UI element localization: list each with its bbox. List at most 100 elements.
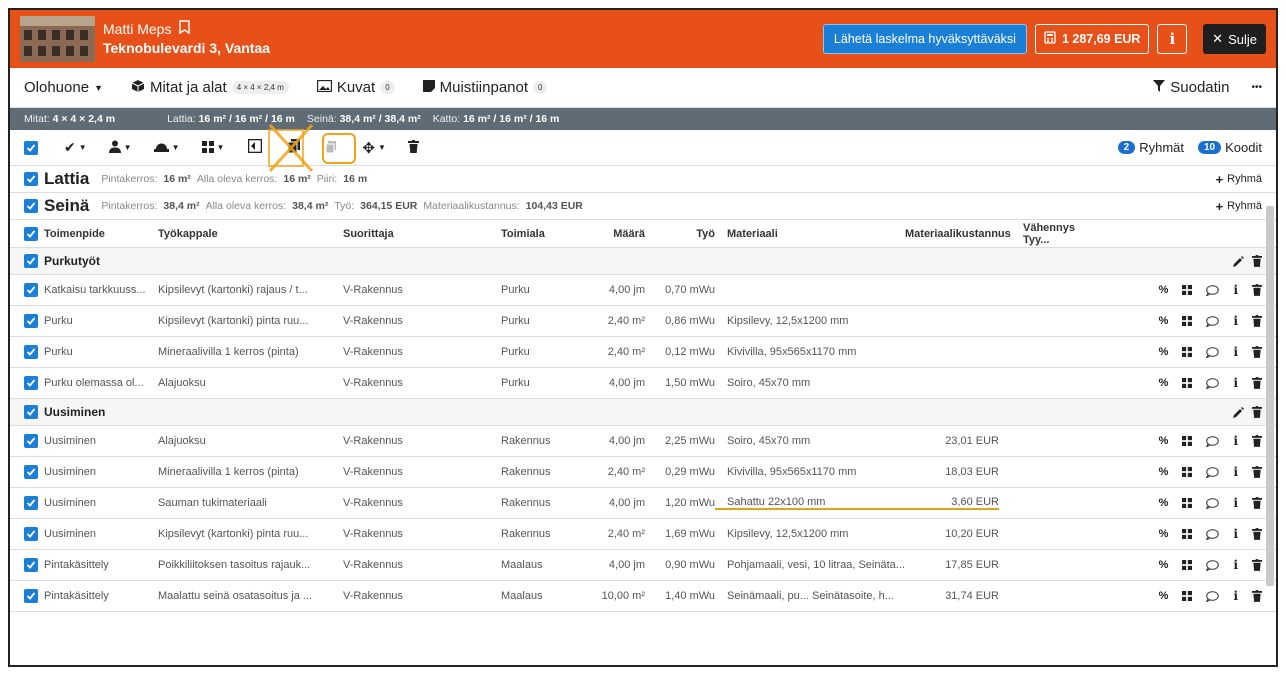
percent-icon[interactable]: % <box>1159 496 1169 510</box>
trash-icon[interactable] <box>1252 314 1262 328</box>
edit-icon[interactable] <box>1233 406 1244 418</box>
grid-icon[interactable] <box>1182 376 1193 390</box>
bookmark-icon[interactable] <box>179 20 191 39</box>
section-checkbox[interactable] <box>24 172 38 186</box>
col-materiaali[interactable]: Materiaali <box>715 228 905 240</box>
add-group-button[interactable]: + Ryhmä <box>1216 172 1262 187</box>
row-checkbox[interactable] <box>24 376 38 390</box>
client-name[interactable]: Matti Meps <box>103 20 171 39</box>
info-icon[interactable]: i <box>1233 376 1238 390</box>
percent-icon[interactable]: % <box>1159 283 1169 297</box>
col-suorittaja[interactable]: Suorittaja <box>343 228 501 240</box>
table-row[interactable]: Purku Kipsilevyt (kartonki) pinta ruu... V… <box>10 306 1276 337</box>
info-icon[interactable]: i <box>1233 434 1238 448</box>
industry-dropdown[interactable]: ▼ <box>153 140 180 156</box>
info-icon[interactable]: i <box>1233 465 1238 479</box>
col-kustannus[interactable]: Materiaalikustannus <box>905 228 1011 240</box>
comment-icon[interactable] <box>1206 589 1220 603</box>
percent-icon[interactable]: % <box>1159 589 1169 603</box>
table-row[interactable]: Uusiminen Kipsilevyt (kartonki) pinta ruu… <box>10 519 1276 550</box>
section-checkbox[interactable] <box>24 199 38 213</box>
comment-icon[interactable] <box>1206 345 1220 359</box>
header-checkbox[interactable] <box>24 226 38 241</box>
person-dropdown[interactable]: ▼ <box>108 140 132 156</box>
row-checkbox[interactable] <box>24 314 38 328</box>
table-row[interactable]: Uusiminen Mineraalivilla 1 kerros (pinta)… <box>10 457 1276 488</box>
grid-icon[interactable] <box>1182 496 1193 510</box>
percent-icon[interactable]: % <box>1159 558 1169 572</box>
check-dropdown[interactable]: ✔ ▼ <box>64 139 87 156</box>
split-button[interactable] <box>248 138 263 156</box>
group-row[interactable]: Purkutyöt <box>10 248 1276 275</box>
trash-icon[interactable] <box>1252 283 1262 297</box>
tab-dimensions[interactable]: Mitat ja alat 4 × 4 × 2,4 m <box>131 79 289 97</box>
table-row[interactable]: Pintakäsittely Poikkiliitoksen tasoitus r… <box>10 550 1276 581</box>
percent-icon[interactable]: % <box>1159 465 1169 479</box>
comment-icon[interactable] <box>1206 496 1220 510</box>
move-dropdown[interactable]: ✥ ▼ <box>362 139 386 157</box>
total-button[interactable]: 1 287,69 EUR <box>1034 24 1150 54</box>
send-for-approval-button[interactable]: Lähetä laskelma hyväksyttäväksi <box>822 24 1027 54</box>
col-vahennys[interactable]: Vähennys Tyy... <box>999 222 1089 246</box>
percent-icon[interactable]: % <box>1159 314 1169 328</box>
grid-icon[interactable] <box>1182 314 1193 328</box>
comment-icon[interactable] <box>1206 558 1220 572</box>
info-icon[interactable]: i <box>1233 527 1238 541</box>
percent-icon[interactable]: % <box>1159 345 1169 359</box>
row-checkbox[interactable] <box>24 434 38 448</box>
filter-button[interactable]: Suodatin <box>1153 79 1229 96</box>
row-checkbox[interactable] <box>24 527 38 541</box>
group-row[interactable]: Uusiminen <box>10 399 1276 426</box>
codes-toggle[interactable]: Koodit <box>1225 140 1262 155</box>
grid-icon[interactable] <box>1182 345 1193 359</box>
room-dropdown[interactable]: Olohuone ▼ <box>24 79 103 96</box>
col-toimiala[interactable]: Toimiala <box>501 228 581 240</box>
info-icon[interactable]: i <box>1233 589 1238 603</box>
table-row[interactable]: Pintakäsittely Maalattu seinä osatasoitus… <box>10 581 1276 612</box>
col-tyo[interactable]: Työ <box>645 228 715 240</box>
grid-icon[interactable] <box>1182 283 1193 297</box>
table-row[interactable]: Purku Mineraalivilla 1 kerros (pinta) V-Ra… <box>10 337 1276 368</box>
trash-icon[interactable] <box>1252 434 1262 448</box>
info-icon[interactable]: i <box>1233 345 1238 359</box>
tab-notes[interactable]: Muistiinpanot 0 <box>422 79 548 96</box>
row-checkbox[interactable] <box>24 465 38 479</box>
edit-icon[interactable] <box>1233 255 1244 267</box>
comment-icon[interactable] <box>1206 434 1220 448</box>
row-checkbox[interactable] <box>24 496 38 510</box>
grid-dropdown[interactable]: ▼ <box>201 140 224 156</box>
info-icon[interactable]: i <box>1233 496 1238 510</box>
grid-icon[interactable] <box>1182 589 1193 603</box>
trash-icon[interactable] <box>1252 376 1262 390</box>
percent-icon[interactable]: % <box>1159 376 1169 390</box>
row-checkbox[interactable] <box>24 345 38 359</box>
comment-icon[interactable] <box>1206 527 1220 541</box>
table-row[interactable]: Purku olemassa ol... Alajuoksu V-Rakennus P… <box>10 368 1276 399</box>
grid-icon[interactable] <box>1182 465 1193 479</box>
percent-icon[interactable]: % <box>1159 434 1169 448</box>
info-button[interactable]: i <box>1157 24 1188 54</box>
trash-icon[interactable] <box>1252 558 1262 572</box>
delete-button[interactable] <box>407 139 419 156</box>
table-row[interactable]: Uusiminen Alajuoksu V-Rakennus Rakennus 4,00… <box>10 426 1276 457</box>
more-menu-icon[interactable]: ••• <box>1251 82 1262 93</box>
table-row[interactable]: Uusiminen Sauman tukimateriaali V-Rakennus… <box>10 488 1276 519</box>
scrollbar[interactable] <box>1266 206 1274 586</box>
info-icon[interactable]: i <box>1233 558 1238 572</box>
group-checkbox[interactable] <box>24 405 38 419</box>
col-tyokappale[interactable]: Työkappale <box>158 228 343 240</box>
grid-icon[interactable] <box>1182 527 1193 541</box>
table-row[interactable]: Katkaisu tarkkuuss... Kipsilevyt (kartonk… <box>10 275 1276 306</box>
trash-icon[interactable] <box>1252 255 1262 267</box>
trash-icon[interactable] <box>1252 345 1262 359</box>
col-toimenpide[interactable]: Toimenpide <box>44 228 105 240</box>
col-maara[interactable]: Määrä <box>581 228 645 240</box>
info-icon[interactable]: i <box>1233 283 1238 297</box>
select-all-checkbox[interactable] <box>24 140 38 155</box>
group-checkbox[interactable] <box>24 254 38 268</box>
grid-icon[interactable] <box>1182 434 1193 448</box>
building-photo[interactable] <box>20 16 95 62</box>
grid-icon[interactable] <box>1182 558 1193 572</box>
comment-icon[interactable] <box>1206 376 1220 390</box>
trash-icon[interactable] <box>1252 589 1262 603</box>
